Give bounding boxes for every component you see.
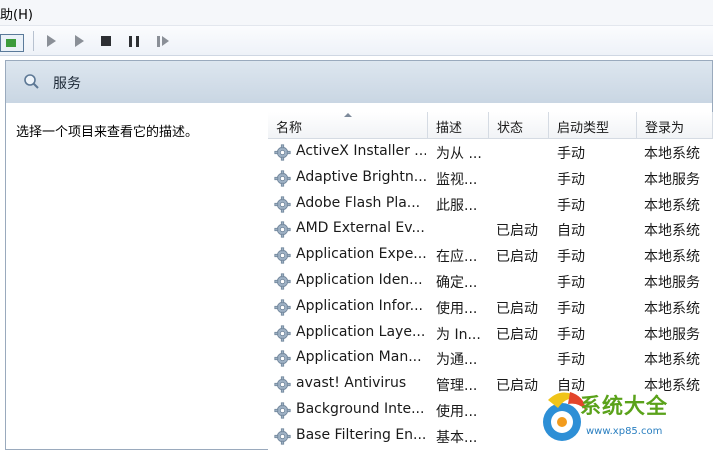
start-service-button[interactable]: [42, 32, 60, 50]
service-name: Adaptive Brightn...: [296, 168, 426, 185]
service-name: Application Man...: [296, 349, 422, 366]
service-gear-icon: [274, 324, 291, 342]
service-desc: 为从 ...: [436, 146, 482, 162]
service-desc: 此服...: [436, 197, 478, 214]
service-row[interactable]: Application Laye... 为 In... 已启动 手动 本地服务: [268, 320, 713, 346]
service-startup-type: 手动: [557, 300, 585, 317]
service-gear-icon: [274, 221, 291, 238]
service-name: Application Infor...: [296, 297, 423, 314]
service-gear-icon: [274, 247, 291, 264]
column-header-status[interactable]: 状态: [489, 112, 549, 139]
service-name: Application Expe...: [296, 246, 426, 263]
service-name: Background Inte...: [296, 401, 425, 417]
service-gear-icon: [274, 273, 291, 290]
site-watermark: 系统大全 www.xp85.com: [540, 386, 710, 448]
pause-icon: [129, 35, 139, 47]
service-logon-as: 本地系统: [644, 197, 700, 214]
service-name: Application Iden...: [296, 272, 423, 288]
play-icon: [46, 35, 56, 47]
magnifier-icon: [24, 74, 39, 89]
service-logon-as: 本地系统: [644, 300, 700, 317]
service-description: 选择一个项目来查看它的描述。: [16, 125, 199, 140]
watermark-url: www.xp85.com: [586, 426, 663, 437]
service-name: Base Filtering En...: [296, 426, 426, 443]
service-name: ActiveX Installer ...: [296, 143, 426, 159]
service-gear-icon: [274, 144, 291, 161]
service-name: AMD External Ev...: [296, 220, 425, 237]
service-name: Application Laye...: [296, 323, 426, 340]
service-logon-as: 本地系统: [644, 249, 700, 266]
start-service-alt-button[interactable]: [70, 32, 88, 50]
service-desc: 使用...: [436, 300, 478, 317]
service-startup-type: 手动: [557, 171, 585, 188]
service-desc: 使用...: [436, 404, 478, 420]
service-desc: 在应...: [436, 249, 478, 266]
service-status: 已启动: [496, 326, 538, 343]
stop-icon: [101, 36, 111, 46]
column-header-logon-as[interactable]: 登录为: [637, 112, 713, 139]
service-desc: 基本...: [436, 429, 478, 446]
toolbar-separator: [33, 31, 34, 51]
column-header-startup-type[interactable]: 启动类型: [549, 112, 637, 139]
play-outline-icon: [74, 35, 84, 47]
service-name: Adobe Flash Pla...: [296, 194, 421, 211]
service-row[interactable]: Adaptive Brightn... 监视... 手动 本地服务: [268, 165, 713, 191]
column-header-description[interactable]: 描述: [428, 112, 489, 139]
service-row[interactable]: AMD External Ev... 已启动 自动 本地系统: [268, 216, 713, 242]
toolbar: [0, 26, 713, 56]
restart-icon: [156, 35, 169, 47]
pause-service-button[interactable]: [125, 32, 143, 50]
service-name: avast! Antivirus: [296, 375, 407, 392]
service-status: 已启动: [496, 223, 538, 240]
stop-service-button[interactable]: [97, 32, 115, 50]
service-gear-icon: [274, 299, 291, 316]
menu-bar: 助(H): [0, 0, 713, 26]
service-startup-type: 手动: [557, 275, 585, 291]
service-desc: 确定...: [436, 275, 478, 291]
panel-title: 服务: [53, 76, 81, 92]
service-logon-as: 本地服务: [644, 326, 700, 343]
service-gear-icon: [274, 170, 291, 187]
service-desc: 为通...: [436, 352, 478, 369]
service-gear-icon: [274, 402, 291, 419]
service-status: 已启动: [496, 249, 538, 266]
service-gear-icon: [274, 350, 291, 367]
service-startup-type: 手动: [557, 249, 585, 266]
service-startup-type: 手动: [557, 352, 585, 369]
service-status: 已启动: [496, 300, 538, 317]
service-gear-icon: [274, 376, 291, 393]
service-row[interactable]: Application Man... 为通... 手动 本地系统: [268, 345, 713, 371]
panel-header: 服务: [6, 61, 712, 103]
service-logon-as: 本地系统: [644, 146, 700, 162]
service-row[interactable]: ActiveX Installer ... 为从 ... 手动 本地系统: [268, 139, 713, 165]
service-logon-as: 本地服务: [644, 171, 700, 188]
menu-help[interactable]: 助(H): [0, 4, 33, 23]
service-desc: 为 In...: [436, 326, 481, 343]
show-console-tree-icon[interactable]: [0, 34, 24, 52]
service-logon-as: 本地服务: [644, 275, 700, 291]
service-gear-icon: [274, 195, 291, 213]
service-startup-type: 自动: [557, 223, 585, 240]
service-row[interactable]: Application Expe... 在应... 已启动 手动 本地系统: [268, 242, 713, 268]
service-startup-type: 手动: [557, 326, 585, 343]
sort-ascending-icon: [344, 113, 352, 117]
service-startup-type: 手动: [557, 197, 585, 214]
watermark-title: 系统大全: [580, 394, 668, 418]
service-row[interactable]: Application Infor... 使用... 已启动 手动 本地系统: [268, 294, 713, 320]
service-desc: 管理...: [436, 378, 478, 395]
service-row[interactable]: Application Iden... 确定... 手动 本地服务: [268, 268, 713, 294]
service-logon-as: 本地系统: [644, 223, 700, 240]
column-header-name[interactable]: 名称: [268, 112, 428, 139]
service-logon-as: 本地系统: [644, 352, 700, 369]
service-row[interactable]: Adobe Flash Pla... 此服... 手动 本地系统: [268, 191, 713, 217]
service-startup-type: 手动: [557, 146, 585, 162]
service-gear-icon: [274, 428, 291, 445]
restart-service-button[interactable]: [153, 32, 171, 50]
service-desc: 监视...: [436, 171, 478, 188]
